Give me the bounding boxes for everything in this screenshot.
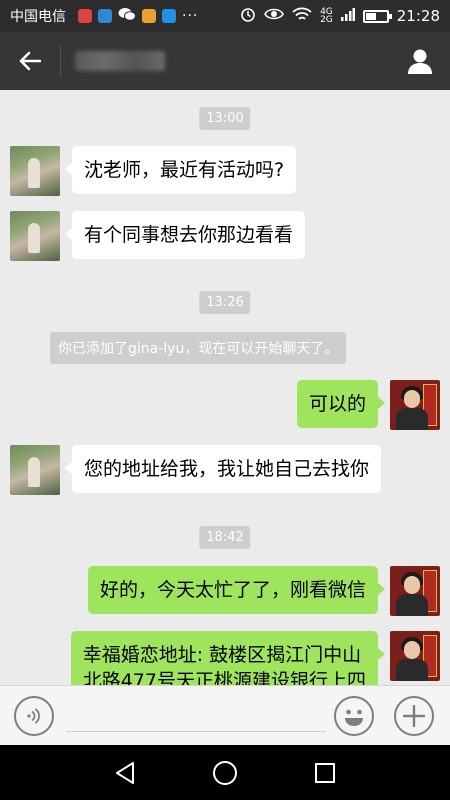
self-avatar[interactable]	[390, 380, 440, 430]
network-2g-label: 2G	[320, 15, 333, 25]
outgoing-message[interactable]: 好的，今天太忙了了，刚看微信	[87, 566, 386, 614]
timestamp: 18:42	[199, 526, 251, 549]
back-button[interactable]	[0, 32, 60, 90]
nav-home-button[interactable]	[205, 753, 245, 793]
blurred-contact-name	[75, 51, 165, 71]
message-line: 北路477号天正桃源建设银行上四	[82, 670, 366, 685]
chat-header	[0, 32, 450, 90]
status-bar: 中国电信 ··· 4G 2G 21:28	[0, 0, 450, 32]
self-avatar[interactable]	[390, 631, 440, 681]
alipay-icon	[162, 9, 176, 23]
square-recents-icon	[315, 762, 335, 783]
eye-icon	[264, 7, 284, 25]
wechat-icon	[118, 7, 136, 25]
message-input-bar	[0, 685, 450, 745]
system-navigation-bar	[0, 745, 450, 800]
contact-avatar[interactable]	[10, 146, 60, 196]
incoming-message[interactable]: 有个同事想去你那边看看	[64, 211, 306, 259]
voice-icon	[27, 708, 40, 724]
signal-icon	[340, 7, 355, 25]
battery-icon	[362, 9, 392, 23]
plus-icon	[403, 705, 425, 727]
chat-message-list[interactable]: 13:00 沈老师，最近有活动吗? 有个同事想去你那边看看 13:26 你已添加…	[0, 90, 450, 685]
notification-app-icon	[142, 9, 156, 23]
notification-app-icon	[78, 9, 92, 23]
voice-input-button[interactable]	[14, 696, 54, 736]
header-divider	[60, 46, 61, 76]
incoming-message[interactable]: 您的地址给我，我让她自己去找你	[64, 445, 382, 493]
triangle-back-icon	[116, 761, 134, 784]
more-notifications-icon: ···	[182, 8, 199, 24]
network-type-icon: 4G 2G	[320, 8, 333, 25]
message-line: 幸福婚恋地址: 鼓楼区揭江门中山	[82, 644, 362, 666]
circle-home-icon	[213, 760, 237, 785]
battery-level	[365, 12, 376, 20]
chat-info-button[interactable]	[390, 32, 450, 90]
contact-avatar[interactable]	[10, 211, 60, 261]
nav-recents-button[interactable]	[305, 753, 345, 793]
arrow-left-icon	[19, 51, 41, 71]
timestamp: 13:00	[199, 107, 251, 130]
contact-avatar[interactable]	[10, 445, 60, 495]
system-message: 你已添加了gina-lyu，现在可以开始聊天了。	[50, 332, 347, 364]
wifi-icon	[292, 7, 312, 26]
outgoing-message[interactable]: 可以的	[296, 380, 386, 428]
person-icon	[408, 49, 432, 74]
timestamp: 13:26	[199, 291, 251, 314]
status-clock: 21:28	[396, 7, 440, 25]
more-features-button[interactable]	[394, 696, 434, 736]
self-avatar[interactable]	[390, 566, 440, 616]
alarm-icon	[240, 6, 256, 26]
carrier-name: 中国电信	[10, 9, 66, 25]
message-text-field[interactable]	[66, 698, 326, 732]
incoming-message[interactable]: 沈老师，最近有活动吗?	[64, 146, 297, 194]
emoji-icon	[345, 709, 363, 726]
outgoing-message[interactable]: 幸福婚恋地址: 鼓楼区揭江门中山 北路477号天正桃源建设银行上四	[70, 631, 386, 685]
emoji-button[interactable]	[334, 696, 374, 736]
nav-back-button[interactable]	[105, 753, 145, 793]
notification-app-icon	[98, 9, 112, 23]
